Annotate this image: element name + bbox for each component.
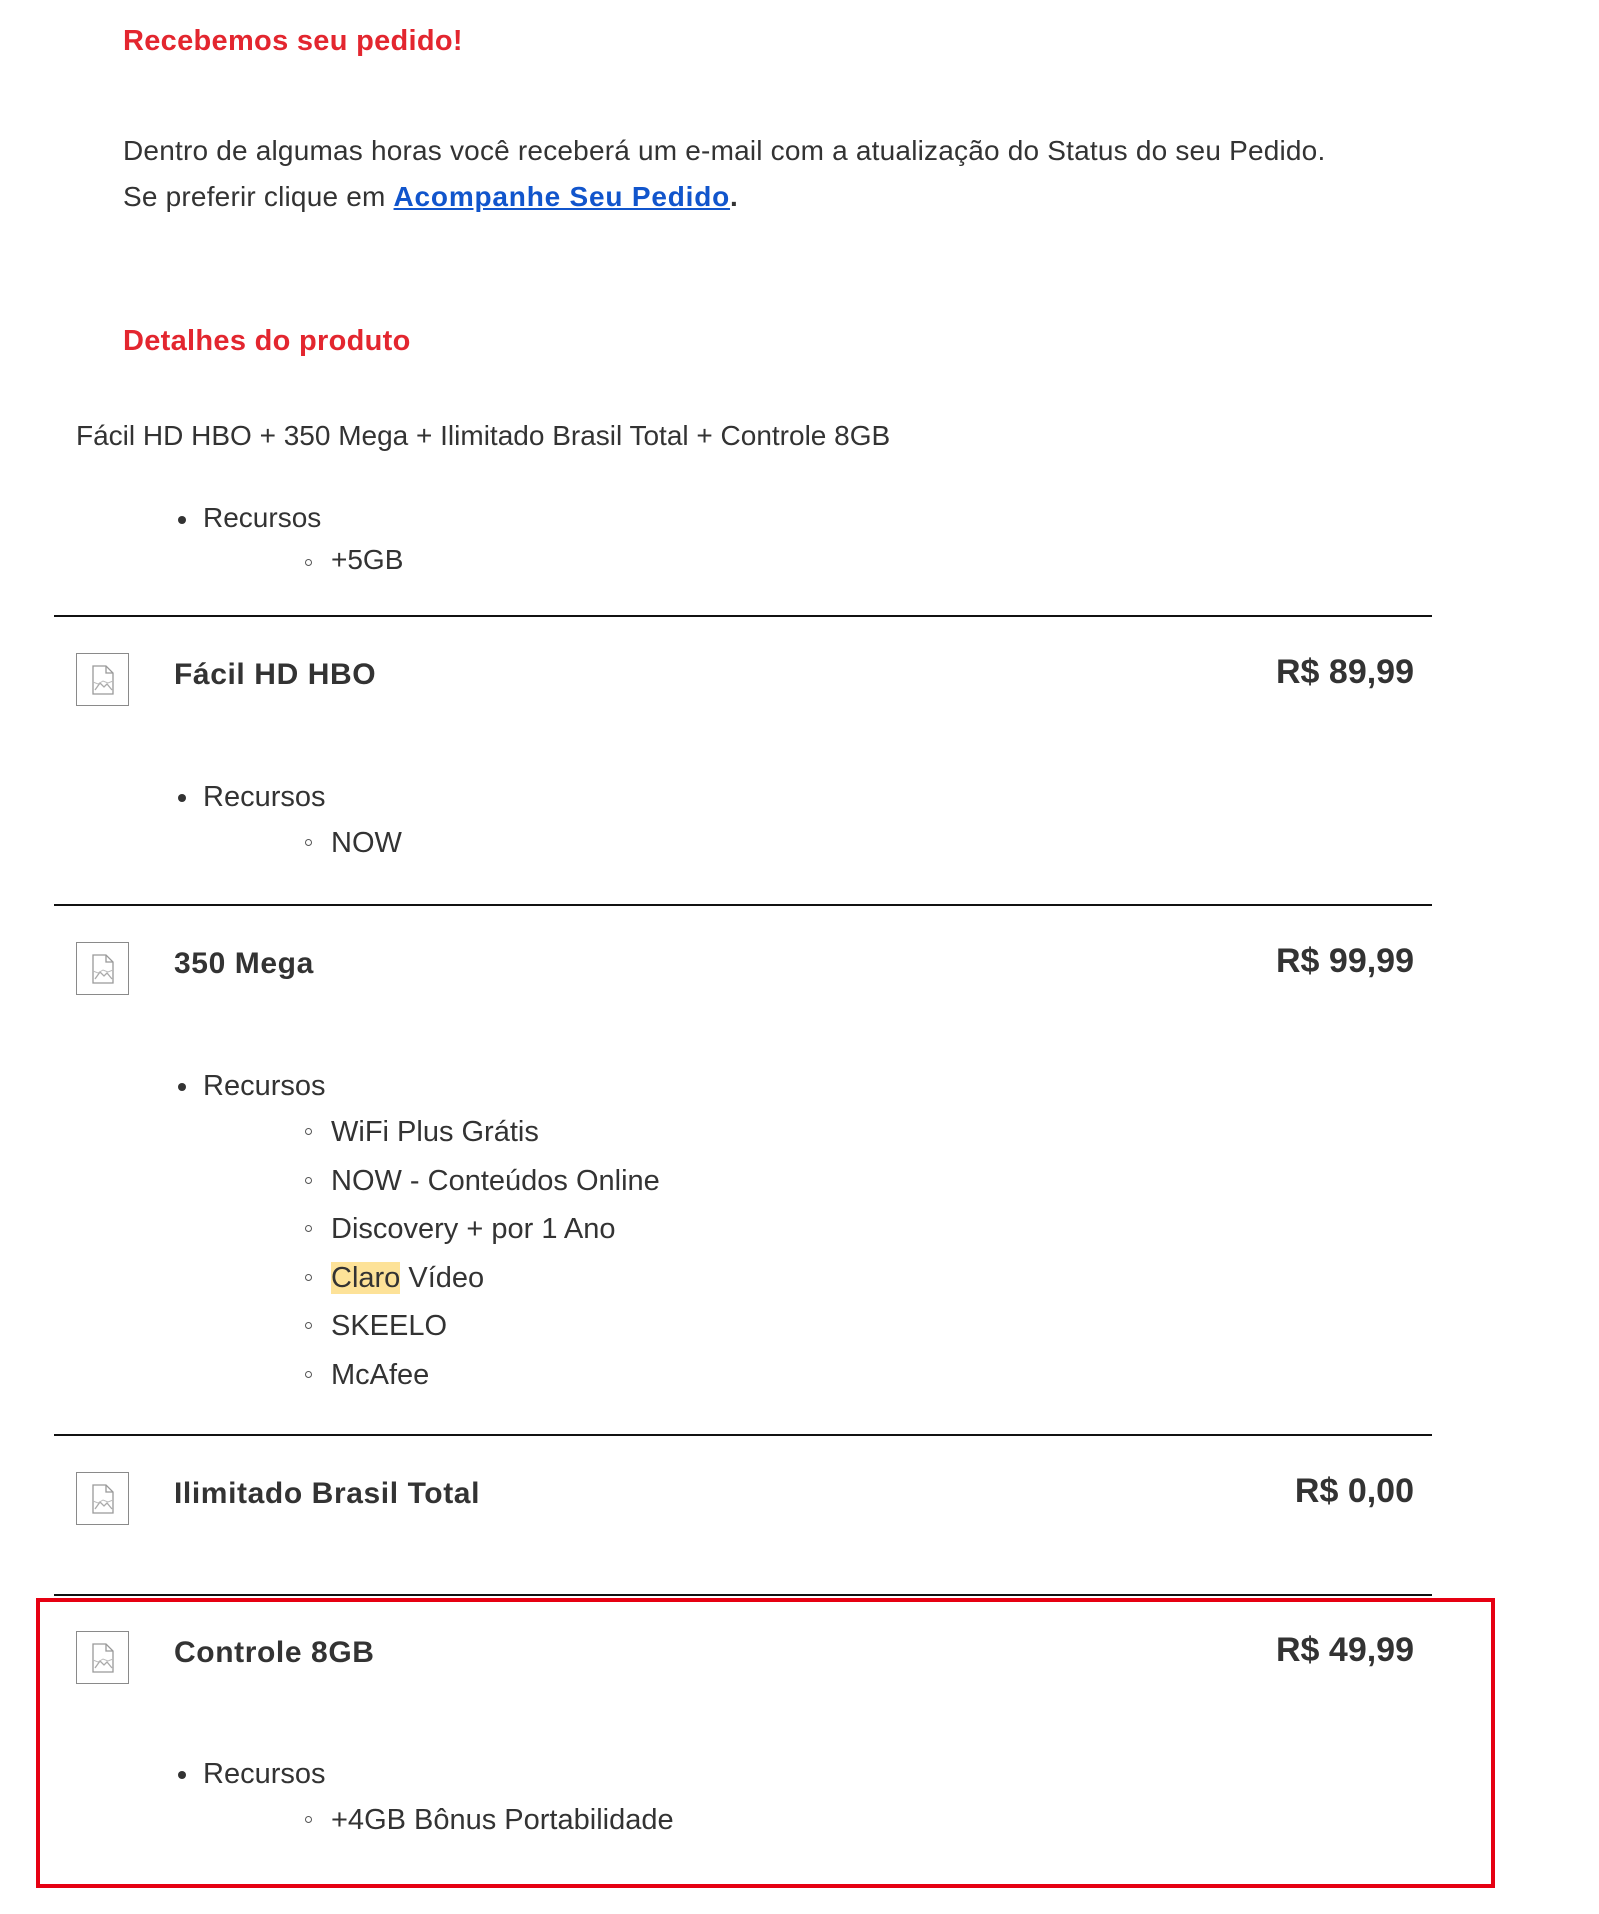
resources-label: Recursos	[203, 1070, 326, 1102]
bundle-name: Fácil HD HBO + 350 Mega + Ilimitado Bras…	[76, 420, 891, 451]
resource-item: NOW	[305, 819, 402, 868]
resource-item: Claro Vídeo	[305, 1254, 660, 1303]
resource-item: WiFi Plus Grátis	[305, 1108, 660, 1157]
resources-sublist: +5GB	[203, 539, 403, 581]
resources-item: Recursos WiFi Plus Grátis NOW - Conteúdo…	[178, 1064, 660, 1399]
divider	[54, 904, 1432, 906]
resource-item: NOW - Conteúdos Online	[305, 1157, 660, 1206]
product-details-heading: Detalhes do produto	[123, 325, 411, 357]
resources-sublist: NOW	[203, 819, 402, 868]
broken-image-icon	[76, 1472, 129, 1525]
product-price: R$ 0,00	[1294, 1472, 1414, 1510]
product-price: R$ 89,99	[1276, 653, 1414, 691]
product-resources: Recursos WiFi Plus Grátis NOW - Conteúdo…	[178, 1064, 660, 1399]
resources-item: Recursos NOW	[178, 775, 402, 868]
product-name: Fácil HD HBO	[174, 658, 377, 691]
resource-item: McAfee	[305, 1351, 660, 1400]
broken-image-icon	[76, 653, 129, 706]
divider	[54, 1594, 1432, 1596]
broken-image-icon	[76, 942, 129, 995]
order-received-heading: Recebemos seu pedido!	[123, 25, 463, 57]
divider	[54, 615, 1432, 617]
product-price: R$ 99,99	[1276, 942, 1414, 980]
product-name: Ilimitado Brasil Total	[174, 1477, 481, 1510]
product-name: 350 Mega	[174, 947, 314, 980]
resource-item: +5GB	[304, 539, 403, 581]
resources-sublist: WiFi Plus Grátis NOW - Conteúdos Online …	[203, 1108, 660, 1399]
highlighted-term: Claro	[331, 1261, 401, 1294]
resource-item-rest: Vídeo	[408, 1261, 485, 1294]
intro-text: Dentro de algumas horas você receberá um…	[123, 128, 1325, 220]
resources-item: Recursos +5GB	[177, 497, 403, 581]
divider	[54, 1434, 1432, 1436]
intro-line-2-prefix: Se preferir clique em	[123, 181, 386, 212]
highlight-annotation-box	[36, 1598, 1495, 1888]
product-resources: Recursos NOW	[178, 775, 402, 868]
resource-item: SKEELO	[305, 1302, 660, 1351]
track-order-link[interactable]: Acompanhe Seu Pedido	[394, 181, 731, 212]
resource-item: Discovery + por 1 Ano	[305, 1205, 660, 1254]
bundle-resources: Recursos +5GB	[177, 497, 403, 581]
intro-line-2-suffix: .	[730, 181, 739, 212]
intro-line-1: Dentro de algumas horas você receberá um…	[123, 135, 1326, 166]
resources-label: Recursos	[203, 502, 322, 533]
resources-label: Recursos	[203, 781, 326, 813]
